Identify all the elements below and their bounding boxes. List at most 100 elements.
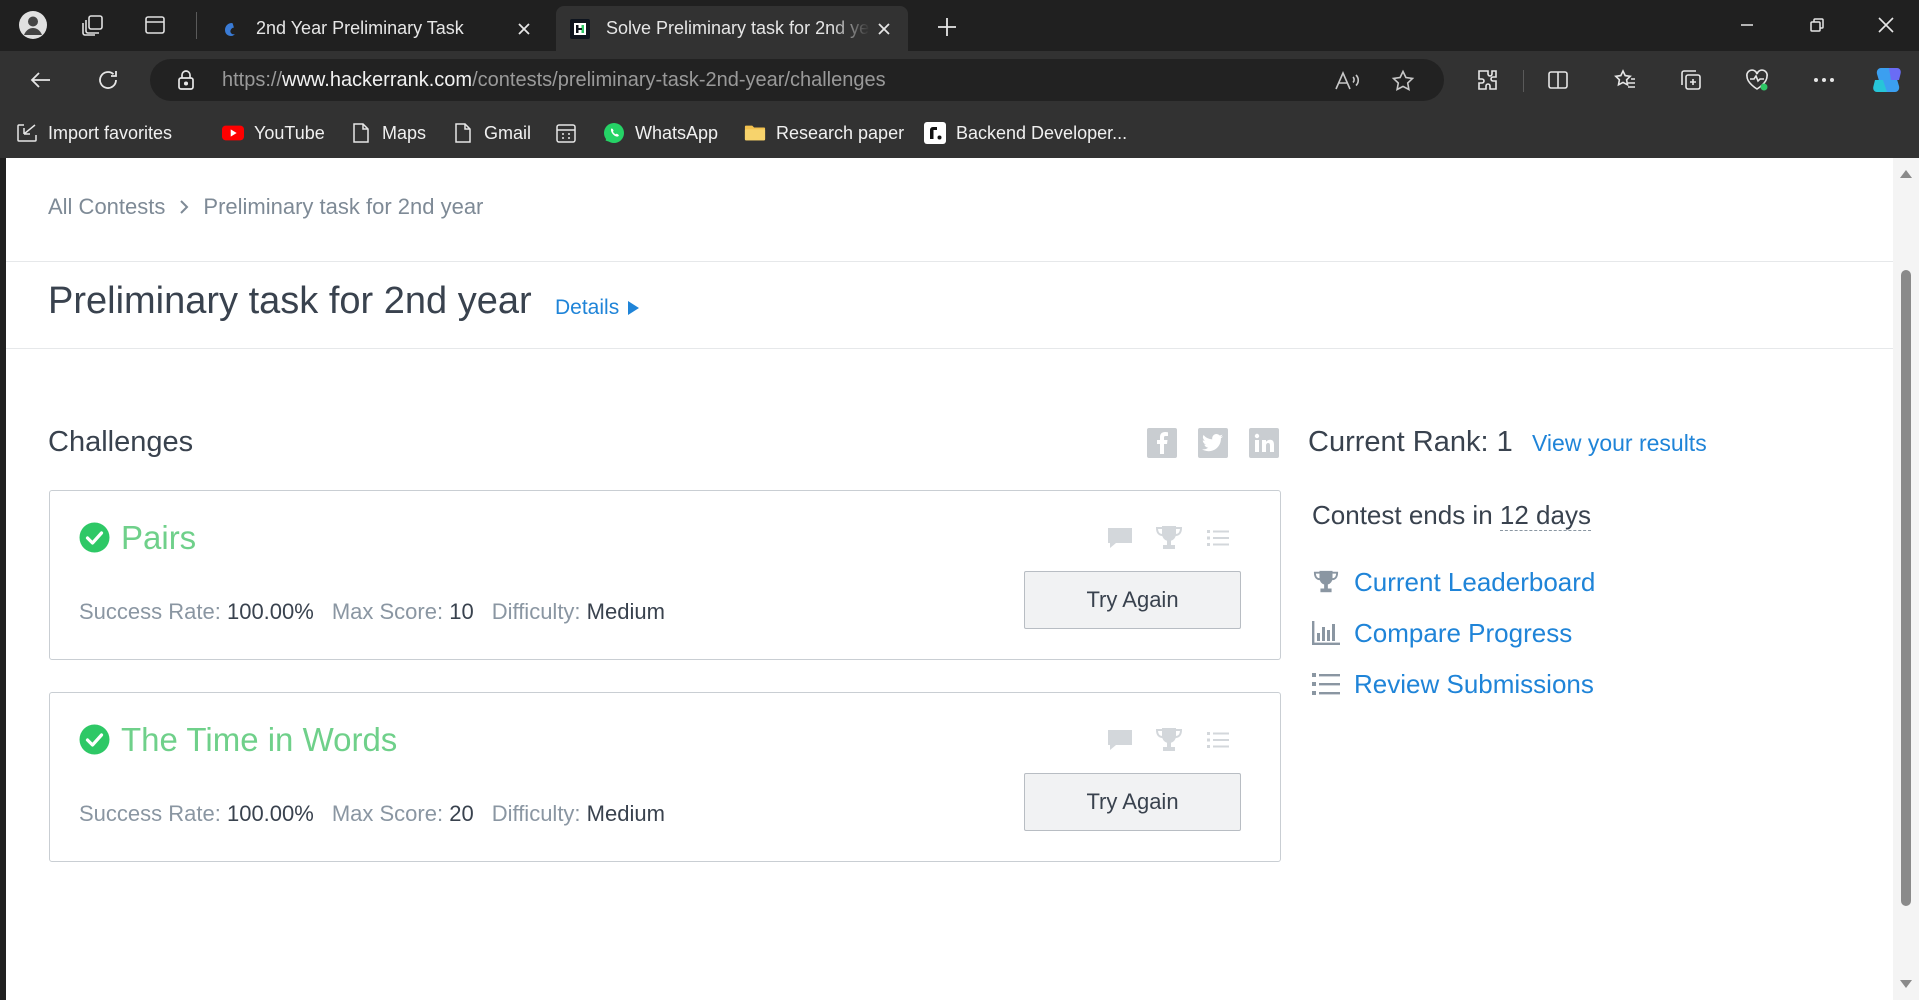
url-path: /contests/preliminary-task-2nd-year/chal… <box>472 68 886 91</box>
breadcrumb-all-contests[interactable]: All Contests <box>48 194 165 220</box>
toolbar-separator <box>1523 70 1524 92</box>
page-icon <box>350 122 372 144</box>
try-again-button[interactable]: Try Again <box>1024 571 1241 629</box>
url-text[interactable]: https://www.hackerrank.com/contests/prel… <box>222 69 886 92</box>
scrollbar-thumb[interactable] <box>1901 270 1911 906</box>
collections-icon[interactable] <box>1672 61 1710 99</box>
challenge-card-pairs: Pairs Success Rate: 100.00% Max Score: 10… <box>49 490 1281 660</box>
contest-ends-text: Contest ends in 12 days <box>1312 500 1591 531</box>
success-rate-label: Success Rate: <box>79 599 221 624</box>
current-leaderboard-link[interactable]: Current Leaderboard <box>1312 565 1595 599</box>
challenge-name[interactable]: Pairs <box>121 519 196 557</box>
bookmark-gmail[interactable]: Gmail <box>452 118 531 148</box>
bookmark-youtube[interactable]: YouTube <box>222 118 325 148</box>
review-submissions-link[interactable]: Review Submissions <box>1312 667 1594 701</box>
details-label: Details <box>555 296 620 319</box>
new-tab-plus-icon[interactable] <box>930 10 964 44</box>
bookmark-maps[interactable]: Maps <box>350 118 426 148</box>
bookmark-calendar[interactable] <box>555 118 587 148</box>
breadcrumb: All Contests Preliminary task for 2nd ye… <box>48 194 483 220</box>
difficulty-value: Medium <box>586 801 665 826</box>
folder-icon <box>744 122 766 144</box>
triangle-right-icon <box>626 300 640 316</box>
address-bar[interactable]: https://www.hackerrank.com/contests/prel… <box>150 59 1444 101</box>
max-score-value: 10 <box>449 599 474 624</box>
tab-close-icon[interactable] <box>510 15 538 43</box>
restore-icon[interactable] <box>1794 8 1840 42</box>
linkedin-share-icon[interactable] <box>1249 428 1279 458</box>
refresh-icon[interactable] <box>89 61 127 99</box>
bookmark-whatsapp[interactable]: WhatsApp <box>603 118 718 148</box>
copilot-icon[interactable] <box>1868 61 1906 99</box>
challenge-name[interactable]: The Time in Words <box>121 721 397 759</box>
edge-doc-favicon-icon <box>220 19 240 39</box>
bookmark-label: Import favorites <box>48 122 173 143</box>
challenge-card-the-time-in-words: The Time in Words Success Rate: 100.00% M… <box>49 692 1281 862</box>
details-link[interactable]: Details <box>555 296 640 320</box>
page-title: Preliminary task for 2nd year <box>48 280 532 322</box>
facebook-share-icon[interactable] <box>1147 428 1177 458</box>
hackerrank-favicon-icon <box>570 18 590 39</box>
breadcrumb-current[interactable]: Preliminary task for 2nd year <box>203 194 483 220</box>
url-scheme: https:// <box>222 68 283 91</box>
scroll-up-arrow-icon[interactable] <box>1899 168 1913 180</box>
workspaces-icon[interactable] <box>76 8 110 42</box>
success-rate-label: Success Rate: <box>79 801 221 826</box>
tab-title: 2nd Year Preliminary Task <box>256 18 464 38</box>
bookmark-label: Gmail <box>484 122 532 143</box>
chevron-right-icon <box>179 199 189 215</box>
link-label: Compare Progress <box>1354 617 1573 648</box>
list-icon <box>1312 670 1340 698</box>
bar-chart-icon <box>1312 619 1340 647</box>
favorite-star-icon[interactable] <box>1390 68 1416 94</box>
tab-separator <box>196 12 197 39</box>
contest-ends-prefix: Contest ends in <box>1312 500 1493 530</box>
bookmark-label: Backend Developer... <box>956 122 1128 143</box>
link-label: Current Leaderboard <box>1354 566 1596 597</box>
bookmark-import-favorites[interactable]: Import favorites <box>16 118 172 148</box>
close-window-icon[interactable] <box>1863 8 1909 42</box>
tab-preliminary-task[interactable]: 2nd Year Preliminary Task <box>206 6 548 51</box>
view-results-link[interactable]: View your results <box>1532 430 1707 457</box>
link-label: Review Submissions <box>1354 668 1594 699</box>
minimize-icon[interactable] <box>1724 8 1770 42</box>
leaderboard-trophy-icon[interactable] <box>1154 725 1184 755</box>
leaderboard-trophy-icon[interactable] <box>1154 523 1184 553</box>
extensions-icon[interactable] <box>1468 61 1506 99</box>
solved-check-icon <box>79 724 110 755</box>
challenges-heading: Challenges <box>48 426 194 458</box>
whatsapp-icon <box>603 122 625 144</box>
browser-essentials-heart-icon[interactable] <box>1738 61 1776 99</box>
scroll-down-arrow-icon[interactable] <box>1899 978 1913 990</box>
try-again-button[interactable]: Try Again <box>1024 773 1241 831</box>
trophy-icon <box>1312 568 1340 596</box>
tab-close-icon[interactable] <box>870 15 898 43</box>
solved-check-icon <box>79 522 110 553</box>
submissions-list-icon[interactable] <box>1203 725 1233 755</box>
import-icon <box>16 122 38 144</box>
bookmark-label: Maps <box>382 122 427 143</box>
youtube-icon <box>222 122 244 144</box>
discussions-icon[interactable] <box>1105 725 1135 755</box>
divider <box>6 348 1893 349</box>
page-scrollbar[interactable] <box>1893 158 1919 1000</box>
read-aloud-icon[interactable] <box>1334 68 1360 94</box>
lock-icon[interactable] <box>176 69 198 91</box>
discussions-icon[interactable] <box>1105 523 1135 553</box>
more-options-icon[interactable] <box>1805 61 1843 99</box>
back-arrow-icon[interactable] <box>22 61 60 99</box>
tab-title: Solve Preliminary task for 2nd year <box>606 18 870 38</box>
twitter-share-icon[interactable] <box>1198 428 1228 458</box>
bookmark-backend-developer[interactable]: Backend Developer... <box>924 118 1127 148</box>
favorites-icon[interactable] <box>1606 61 1644 99</box>
page-icon <box>452 122 474 144</box>
browser-tab-bar: 2nd Year Preliminary Task Solve Prelimin… <box>0 0 1919 51</box>
profile-avatar-icon[interactable] <box>16 8 50 42</box>
submissions-list-icon[interactable] <box>1203 523 1233 553</box>
compare-progress-link[interactable]: Compare Progress <box>1312 616 1572 650</box>
tab-solve-preliminary-task[interactable]: Solve Preliminary task for 2nd year <box>556 6 908 51</box>
bookmark-research-paper[interactable]: Research paper <box>744 118 904 148</box>
split-screen-icon[interactable] <box>1539 61 1577 99</box>
max-score-value: 20 <box>449 801 474 826</box>
vertical-tabs-icon[interactable] <box>138 8 172 42</box>
